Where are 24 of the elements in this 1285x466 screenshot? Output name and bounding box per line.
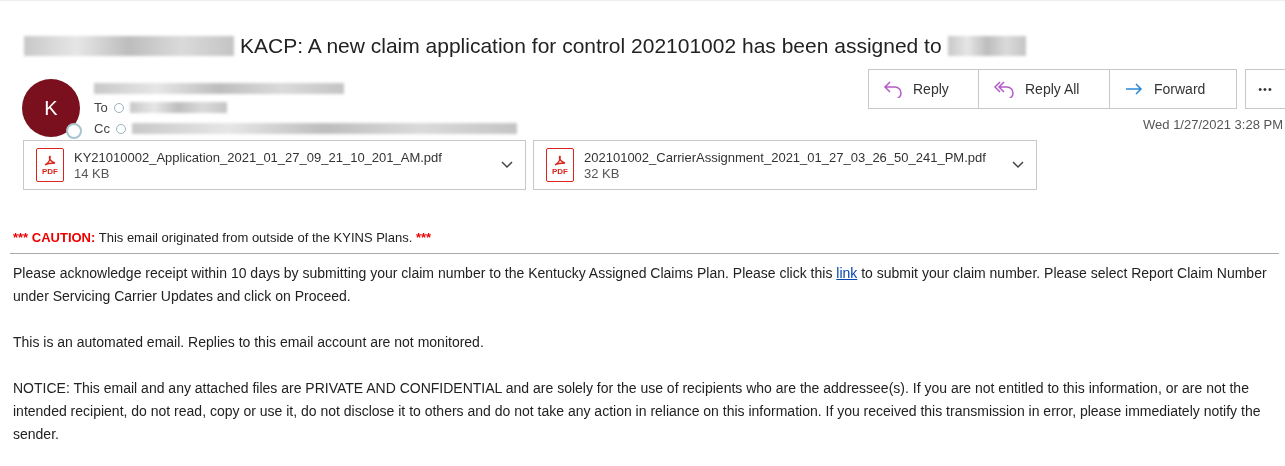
pdf-icon: PDF bbox=[36, 148, 64, 182]
body-paragraph: This is an automated email. Replies to this email account are not monitored. bbox=[13, 333, 485, 352]
reply-all-icon bbox=[993, 80, 1015, 98]
presence-icon bbox=[66, 123, 82, 139]
attachment-card[interactable]: PDF KY21010002_Application_2021_01_27_09_21_10_201_AM.pdf 14 KB bbox=[23, 140, 526, 190]
date-text: Wed 1/27/2021 3:28 PM bbox=[1143, 117, 1284, 132]
chevron-icon[interactable] bbox=[1012, 161, 1024, 169]
avatar: K bbox=[22, 79, 80, 137]
more-button[interactable]: ••• bbox=[1245, 69, 1285, 109]
reply-icon bbox=[883, 80, 903, 98]
subject-text: KACP: A new claim application for control 202101002 has been assigned to bbox=[240, 34, 942, 58]
chevron-icon[interactable] bbox=[501, 161, 513, 169]
file-name: 202101002_CarrierAssignment_2021_01_27_03_26_50_241_PM.pdf bbox=[584, 149, 987, 165]
file-size: 14 KB bbox=[74, 165, 111, 181]
file-size: 32 KB bbox=[584, 165, 621, 181]
link[interactable]: link bbox=[836, 265, 858, 281]
to-label: To bbox=[94, 100, 108, 115]
body-paragraph: NOTICE: This email and any attached files are PRIVATE AND CONFIDENTIAL and are solely for the use of recipients who are the addressee(s). If you are not entitled to this information, or are not the intended recipient, do not read, copy or use it, do not disclose it to others and do not take any action in reliance on this information. If you received this transmission in error, please immediately notify the sender. bbox=[13, 379, 1262, 444]
attachment-card[interactable]: PDF 202101002_CarrierAssignment_2021_01_27_03_26_50_241_PM.pdf 32 KB bbox=[533, 140, 1037, 190]
caution-text: *** CAUTION: This email originated from outside of the KYINS Plans. *** bbox=[12, 229, 433, 245]
body-paragraph: Please acknowledge receipt within 10 days by submitting your claim number to the Kentucky Assigned Claims Plan. Please click this link to submit your claim number. Please select Report Claim Number under Servicing Carrier Updates and click on Proceed. bbox=[13, 264, 1268, 306]
file-name: KY21010002_Application_2021_01_27_09_21_10_201_AM.pdf bbox=[74, 149, 443, 165]
pdf-icon: PDF bbox=[546, 148, 574, 182]
cc-label: Cc bbox=[94, 121, 110, 136]
